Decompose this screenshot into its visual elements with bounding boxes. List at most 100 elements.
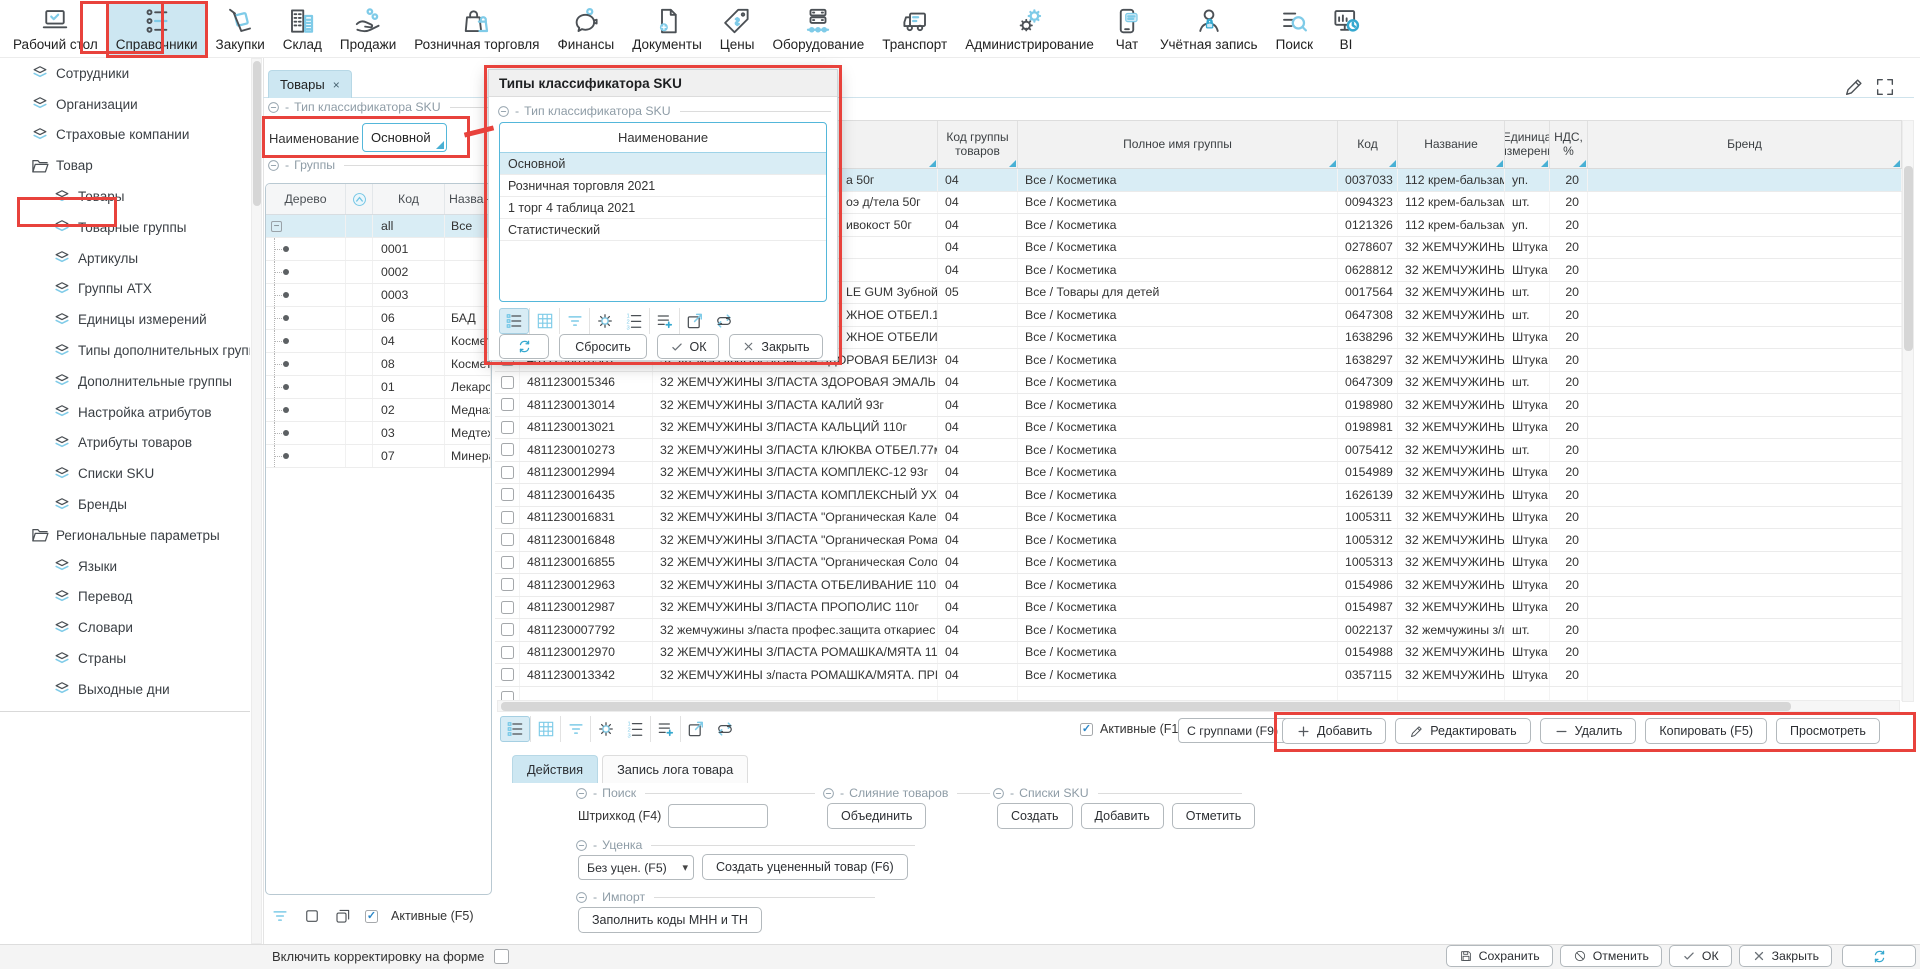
group-row[interactable]: − 03 Медтехни <box>266 422 491 445</box>
sidebar-item[interactable]: Товарные группы <box>0 212 250 243</box>
collapse-icon[interactable] <box>267 101 280 114</box>
toolbar-item[interactable]: Финансы <box>549 2 624 57</box>
row-checkbox[interactable] <box>501 488 514 501</box>
bottom-button[interactable]: Отменить <box>1560 945 1662 967</box>
sidebar-item[interactable]: Артикулы <box>0 243 250 274</box>
header-code[interactable]: Код <box>1338 121 1398 169</box>
toolbar-item[interactable]: Транспорт <box>873 2 956 57</box>
dialog-row[interactable]: Розничная торговля 2021 <box>500 175 826 197</box>
toolbar-icon-button[interactable] <box>589 308 619 334</box>
product-row[interactable]: 4811230012963 32 ЖЕМЧУЖИНЫ З/ПАСТА ОТБЕЛ… <box>495 574 1902 597</box>
sku-list-button[interactable]: Добавить <box>1081 803 1164 829</box>
toolbar-item[interactable]: Продажи <box>331 2 405 57</box>
table-action-button[interactable]: Копировать (F5) <box>1645 718 1767 744</box>
header-brand[interactable]: Бренд <box>1588 121 1902 169</box>
table-action-button[interactable]: Удалить <box>1540 718 1637 744</box>
toolbar-icon-button[interactable] <box>680 716 710 742</box>
header-group-code[interactable]: Код группы товаров <box>938 121 1018 169</box>
table-hscrollbar[interactable] <box>497 700 1900 712</box>
sort-icon[interactable] <box>352 192 367 207</box>
action-tab[interactable]: Запись лога товара <box>602 755 748 783</box>
toolbar-item[interactable]: Поиск <box>1267 2 1322 57</box>
sidebar-item[interactable]: Товар <box>0 150 250 181</box>
sidebar-item[interactable]: Группы АТХ <box>0 274 250 305</box>
toolbar-icon-button[interactable] <box>529 308 559 334</box>
collapse-icon[interactable] <box>267 159 280 172</box>
dialog-row[interactable]: 1 торг 4 таблица 2021 <box>500 197 826 219</box>
table-vscrollbar[interactable] <box>1902 120 1914 702</box>
dialog-column-header[interactable]: Наименование <box>500 123 826 153</box>
sidebar-item[interactable]: Настройка атрибутов <box>0 397 250 428</box>
row-checkbox[interactable] <box>501 376 514 389</box>
refresh-button[interactable] <box>1842 945 1916 967</box>
product-row[interactable]: 4811230007792 32 жемчужины з/паста профе… <box>495 619 1902 642</box>
dialog-row[interactable]: Статистический <box>500 219 826 241</box>
product-row[interactable]: 4811230016848 32 ЖЕМЧУЖИНЫ З/ПАСТА "Орга… <box>495 529 1902 552</box>
sidebar-item[interactable]: Перевод <box>0 582 250 613</box>
sku-list-button[interactable]: Отметить <box>1172 803 1256 829</box>
merge-button[interactable]: Объединить <box>827 803 926 829</box>
sidebar-item[interactable]: Региональные параметры <box>0 520 250 551</box>
sidebar-item[interactable]: Организации <box>0 89 250 120</box>
toolbar-item[interactable]: Справочники <box>107 2 207 57</box>
dialog-close-button[interactable]: Закрыть <box>729 334 823 359</box>
toolbar-icon-button[interactable]: 123 <box>619 308 649 334</box>
product-row[interactable]: 4811230015346 32 ЖЕМЧУЖИНЫ З/ПАСТА ЗДОРО… <box>495 372 1902 395</box>
toolbar-item[interactable]: Чат <box>1103 2 1151 57</box>
product-row[interactable]: 4811230013021 32 ЖЕМЧУЖИНЫ З/ПАСТА КАЛЬЦ… <box>495 417 1902 440</box>
toolbar-icon-button[interactable] <box>679 308 709 334</box>
toolbar-item[interactable]: Розничная торговля <box>405 2 548 57</box>
toolbar-item[interactable]: Администрирование <box>956 2 1103 57</box>
row-checkbox[interactable] <box>501 556 514 569</box>
table-action-button[interactable]: Редактировать <box>1395 718 1530 744</box>
product-row[interactable]: 4811230012994 32 ЖЕМЧУЖИНЫ З/ПАСТА КОМПЛ… <box>495 462 1902 485</box>
dialog-row[interactable]: Основной <box>500 153 826 175</box>
sidebar-item[interactable]: Товары <box>0 181 250 212</box>
group-row[interactable]: − 01 Лекарств <box>266 376 491 399</box>
collapse-icon[interactable] <box>992 787 1005 800</box>
classifier-combo[interactable]: Основной <box>362 123 447 152</box>
group-row[interactable]: − 0001 <box>266 238 491 261</box>
product-row[interactable]: 4811230013342 32 ЖЕМЧУЖИНЫ з/паста РОМАШ… <box>495 664 1902 687</box>
toolbar-icon-button[interactable] <box>559 308 589 334</box>
toolbar-item[interactable]: Учётная запись <box>1151 2 1267 57</box>
sidebar-item[interactable]: Типы дополнительных групп <box>0 335 250 366</box>
toolbar-item[interactable]: Документы <box>623 2 711 57</box>
bottom-button[interactable]: ОК <box>1669 945 1732 967</box>
product-row[interactable]: 4811230012970 32 ЖЕМЧУЖИНЫ З/ПАСТА РОМАШ… <box>495 642 1902 665</box>
sidebar-item[interactable]: Бренды <box>0 489 250 520</box>
import-fill-button[interactable]: Заполнить коды МНН и ТН <box>578 907 762 933</box>
collapse-icon[interactable] <box>575 839 588 852</box>
row-checkbox[interactable] <box>501 623 514 636</box>
table-action-button[interactable]: Добавить <box>1282 718 1386 744</box>
sidebar-item[interactable]: Единицы измерений <box>0 304 250 335</box>
group-row[interactable]: − 02 Медназн <box>266 399 491 422</box>
sidebar-item[interactable]: Выходные дни <box>0 674 250 705</box>
group-row[interactable]: − 08 Косметич <box>266 353 491 376</box>
product-row[interactable]: 4811230016831 32 ЖЕМЧУЖИНЫ З/ПАСТА "Орга… <box>495 507 1902 530</box>
row-checkbox[interactable] <box>501 578 514 591</box>
action-tab[interactable]: Действия <box>512 755 598 783</box>
toolbar-icon-button[interactable] <box>649 308 679 334</box>
row-checkbox[interactable] <box>501 443 514 456</box>
tree-collapse-icon[interactable]: − <box>271 221 282 232</box>
funnel-icon[interactable] <box>270 906 290 926</box>
group-row[interactable]: − 0003 <box>266 284 491 307</box>
collapse-icon[interactable] <box>497 105 510 118</box>
toolbar-icon-button[interactable] <box>590 716 620 742</box>
product-row[interactable]: 4811230016435 32 ЖЕМЧУЖИНЫ З/ПАСТА КОМПЛ… <box>495 484 1902 507</box>
header-name2[interactable]: Название <box>1398 121 1505 169</box>
dialog-reset-button[interactable]: Сбросить <box>559 334 647 359</box>
tab-tovary[interactable]: Товары × <box>268 70 352 98</box>
group-row[interactable]: − all Все <box>266 215 491 238</box>
product-row[interactable]: 4811230013014 32 ЖЕМЧУЖИНЫ З/ПАСТА КАЛИЙ… <box>495 394 1902 417</box>
row-checkbox[interactable] <box>501 466 514 479</box>
edit-icon[interactable] <box>1843 76 1865 98</box>
collapse-icon[interactable] <box>575 891 588 904</box>
tab-close-icon[interactable]: × <box>333 78 340 92</box>
row-checkbox[interactable] <box>501 398 514 411</box>
sidebar-item[interactable]: Словари <box>0 612 250 643</box>
header-unit[interactable]: Единица измерени <box>1505 121 1550 169</box>
table-action-button[interactable]: Просмотреть <box>1776 718 1880 744</box>
sidebar-item[interactable]: Языки <box>0 551 250 582</box>
